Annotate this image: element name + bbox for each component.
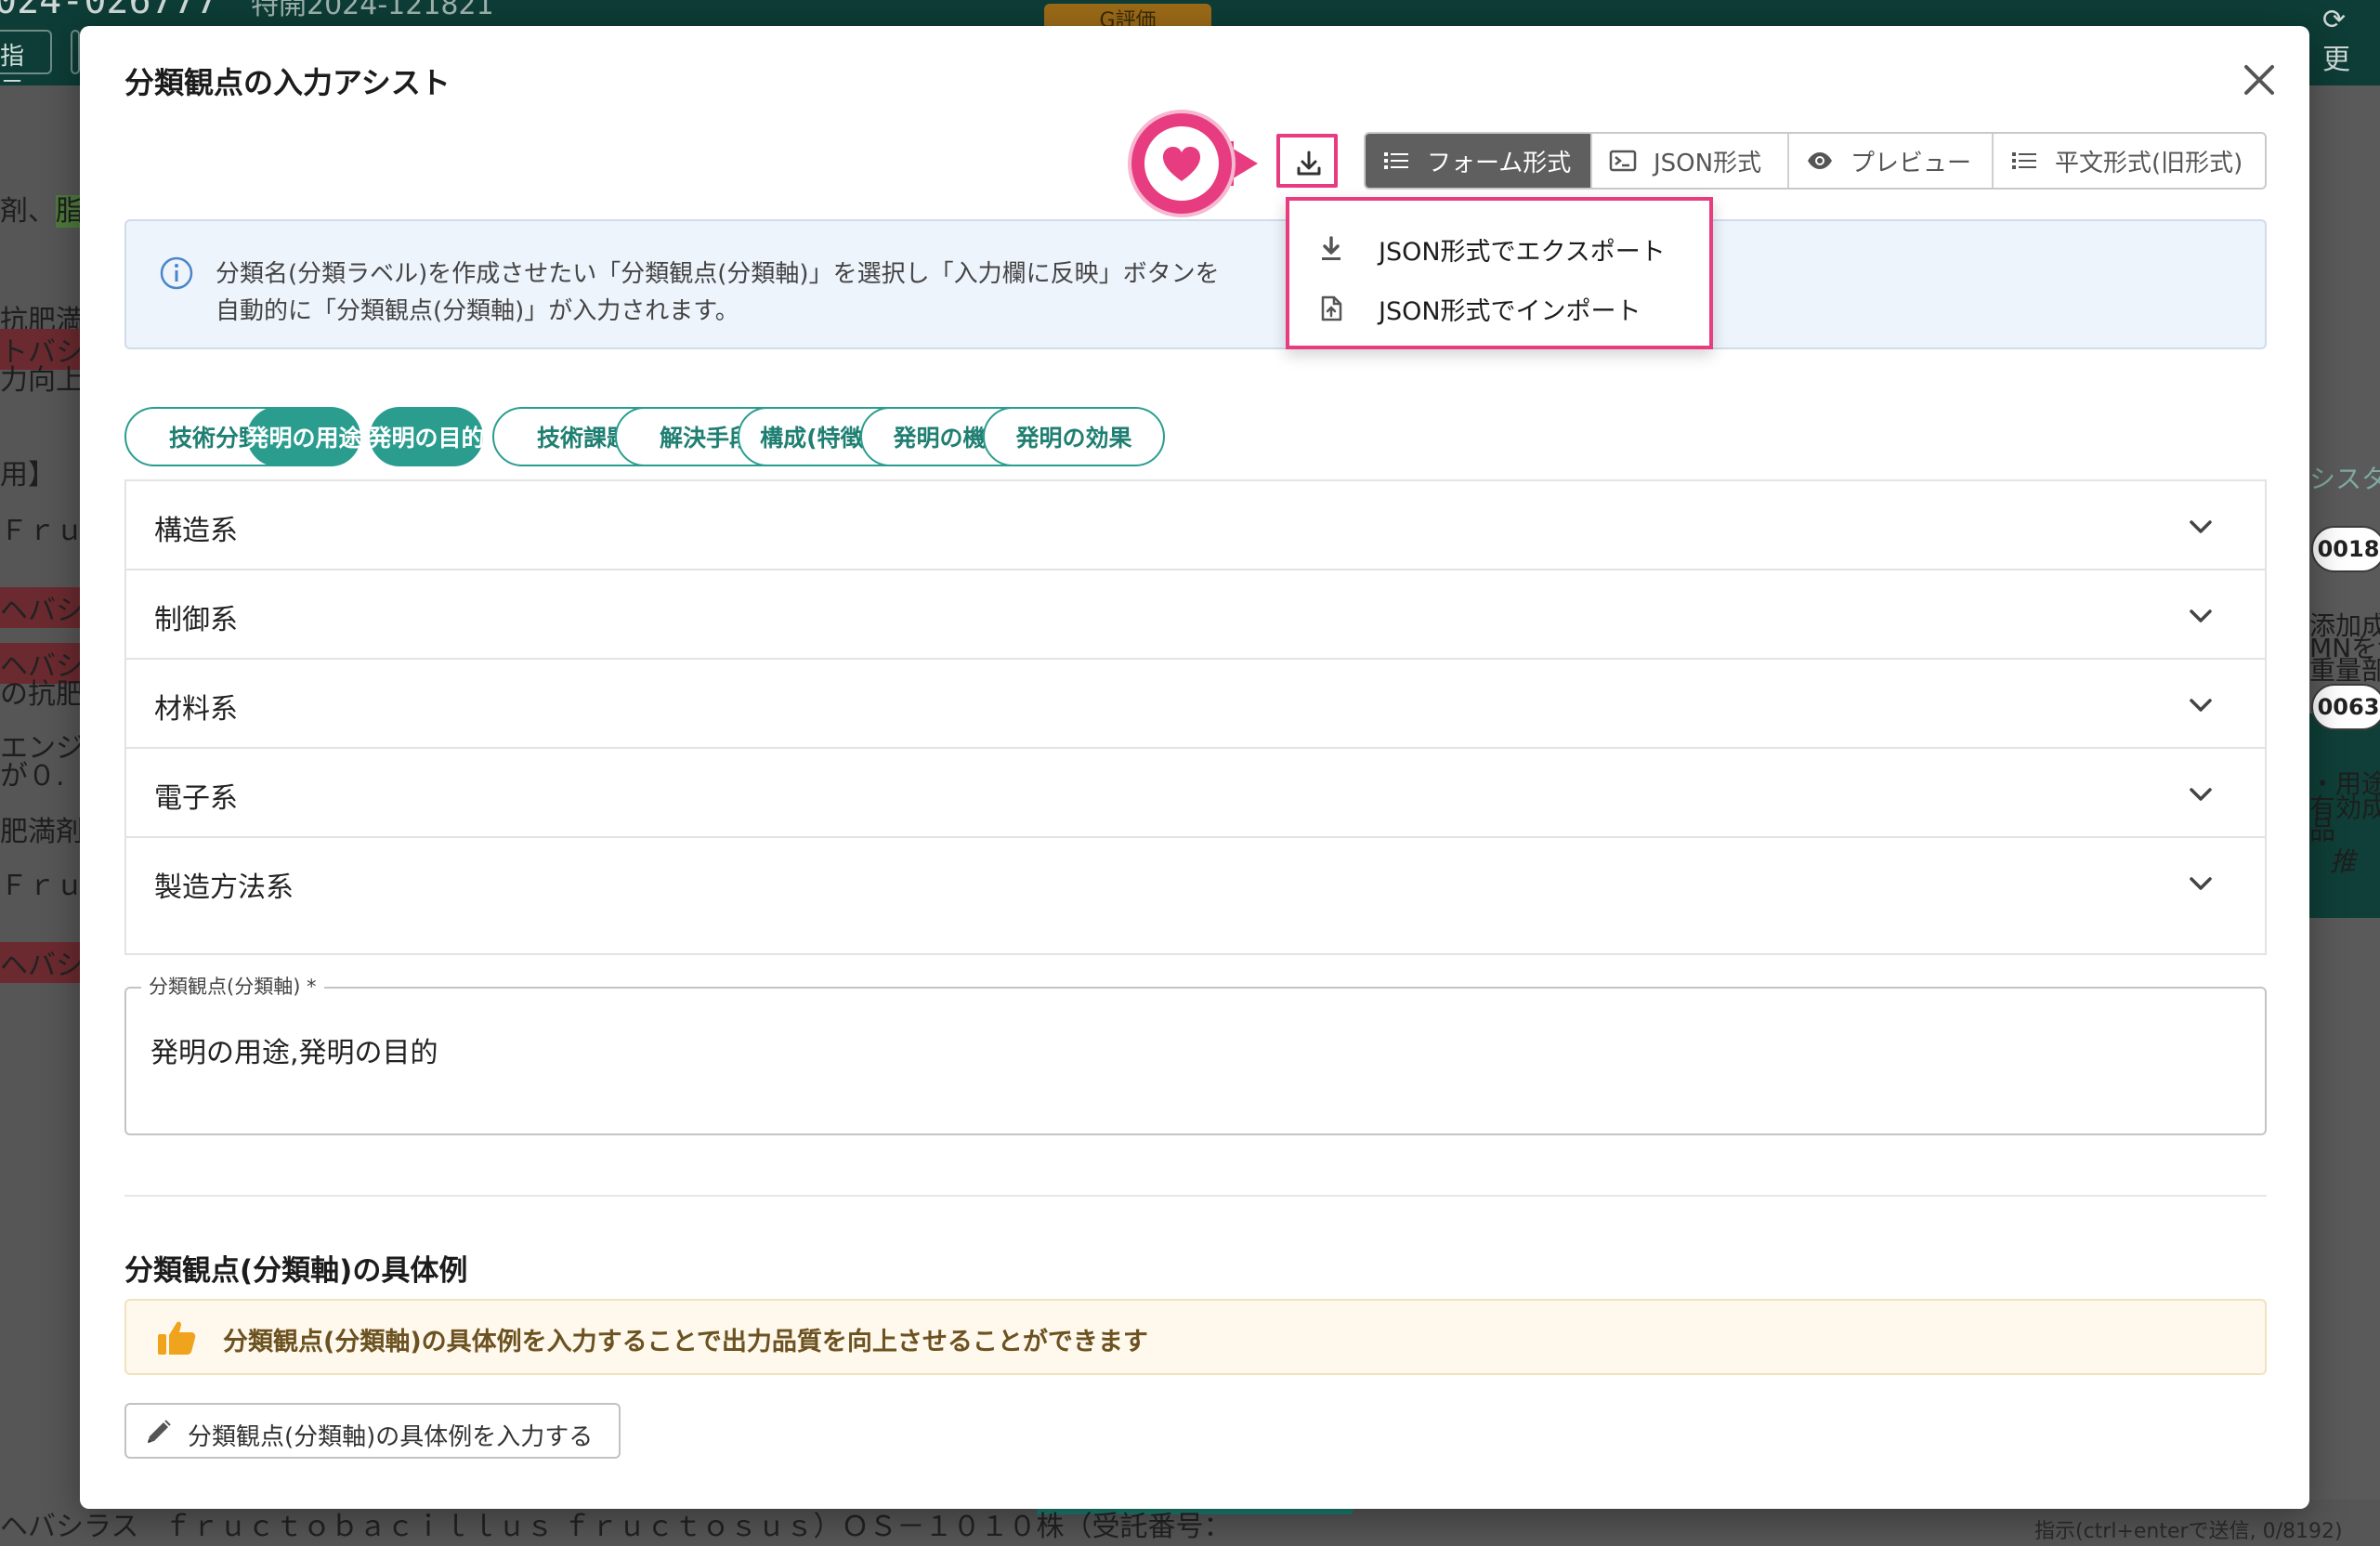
background-line: 重量部 <box>2309 655 2380 686</box>
download-menu-button[interactable] <box>1276 134 1338 188</box>
chevron-down-icon <box>2190 699 2212 712</box>
field-outline <box>124 987 2267 1135</box>
download-dropdown-menu: JSON形式でエクスポート JSON形式でインポート <box>1286 197 1713 349</box>
field-value[interactable]: 発明の用途,発明の目的 <box>150 1029 438 1070</box>
chevron-down-icon <box>2190 609 2212 622</box>
background-document-id: 024-026777 <box>0 0 218 22</box>
chevron-down-icon <box>2190 877 2212 890</box>
background-line: 剤、脂 <box>0 195 84 228</box>
info-banner: 分類名(分類ラベル)を作成させたい「分類観点(分類軸)」を選択し「入力欄に反映」… <box>124 219 2267 349</box>
background-refresh-label: 更 <box>2322 44 2350 76</box>
background-line: 力向上 <box>0 364 84 397</box>
accordion-item-structure[interactable]: 構造系 <box>126 481 2265 570</box>
accordion-item-manufacturing[interactable]: 製造方法系 <box>126 838 2265 927</box>
background-paragraph-chip: 0018 <box>2311 526 2380 572</box>
menu-item-label: JSON形式でインポート <box>1379 296 1641 326</box>
accordion-label: 電子系 <box>154 782 238 815</box>
background-left-text: 剤、脂 抗肥満 トバシ 力向上 用】 Ｆｒｕ ヘバシ ヘバシ の抗肥 エンジ が… <box>0 85 84 1546</box>
close-button[interactable] <box>2237 58 2282 102</box>
tab-plain-text-format[interactable]: 平文形式(旧形式) <box>1994 134 2265 188</box>
info-icon <box>160 256 193 290</box>
enter-examples-button[interactable]: 分類観点(分類軸)の具体例を入力する <box>124 1403 621 1459</box>
chip-invention-purpose[interactable]: 発明の目的 <box>369 407 485 466</box>
list-icon <box>2012 152 2036 169</box>
accordion-label: 構造系 <box>154 515 238 547</box>
tab-label: プレビュー <box>1850 149 1972 177</box>
accordion-label: 制御系 <box>154 604 238 636</box>
field-label: 分類観点(分類軸) * <box>141 972 324 1000</box>
background-line: が０. <box>0 760 65 793</box>
view-format-toggle: フォーム形式 JSON形式 プレビュー 平文形式(旧形式) <box>1364 132 2267 190</box>
heart-icon <box>1163 147 1200 181</box>
background-line: ｆｒｕｃｔｏｂａｃｉｌｌｕｓ ｆｒｕｃｔｏｓｕｓ）ＯＳ－１０１０株（受託番号： <box>163 1511 1232 1543</box>
tab-label: フォーム形式 <box>1427 149 1572 177</box>
tab-json-format[interactable]: JSON形式 <box>1592 134 1789 188</box>
accordion-label: 製造方法系 <box>154 871 294 904</box>
section-divider <box>124 1195 2267 1197</box>
background-refresh-icon: ⟳ 更 <box>2322 4 2350 76</box>
chevron-down-icon <box>2190 520 2212 533</box>
chip-invention-effect[interactable]: 発明の効果 <box>983 407 1165 466</box>
marker-inner <box>1144 126 1219 201</box>
menu-item-label: JSON形式でエクスポート <box>1379 237 1666 267</box>
chevron-down-icon <box>2190 788 2212 801</box>
thumbs-up-icon <box>158 1321 196 1355</box>
background-line: の抗肥 <box>0 678 84 711</box>
background-line: ヘバシラス <box>0 1511 139 1543</box>
accordion-label: 材料系 <box>154 693 238 726</box>
background-right-panel: シスタ 0018 添加成 MNを含 重量部 0063 ・用途 有効成 品 推 <box>2309 85 2380 1546</box>
list-icon <box>1384 152 1408 169</box>
background-line: Ｆｒｕ <box>0 870 84 902</box>
modal-title: 分類観点の入力アシスト <box>124 65 451 100</box>
download-icon <box>1297 151 1321 176</box>
tab-label: JSON形式 <box>1654 149 1762 177</box>
download-icon <box>1322 236 1340 260</box>
enter-examples-label: 分類観点(分類軸)の具体例を入力する <box>188 1423 594 1451</box>
pencil-icon <box>148 1420 171 1443</box>
background-secondary-button <box>71 30 80 74</box>
background-line: Ｆｒｕ <box>0 515 84 547</box>
background-line: ヘバシ <box>0 587 84 628</box>
menu-item-export-json[interactable]: JSON形式でエクスポート <box>1289 219 1709 279</box>
background-line: 用】 <box>0 459 56 491</box>
accordion-item-control[interactable]: 制御系 <box>126 570 2265 660</box>
input-assist-modal: 分類観点の入力アシスト フォーム形式 JSON形式 プレビュー 平文形式(旧形式… <box>80 26 2309 1509</box>
accordion-item-material[interactable]: 材料系 <box>126 660 2265 749</box>
category-accordion: 構造系 制御系 材料系 電子系 製造方法系 <box>124 479 2267 955</box>
accordion-item-electronic[interactable]: 電子系 <box>126 749 2265 838</box>
background-panel-title: シスタ <box>2309 464 2380 494</box>
examples-section-title: 分類観点(分類軸)の具体例 <box>124 1254 468 1288</box>
tab-form-format[interactable]: フォーム形式 <box>1366 134 1592 188</box>
background-paragraph-chip: 0063 <box>2311 684 2380 730</box>
eye-icon <box>1808 152 1832 169</box>
tab-label: 平文形式(旧形式) <box>2055 149 2243 177</box>
classification-axis-field[interactable]: 分類観点(分類軸) * 発明の用途,発明の目的 <box>124 972 2267 1137</box>
file-upload-icon <box>1321 295 1342 321</box>
background-instruction-button: 指示 <box>0 30 52 105</box>
background-input-hint: 指示(ctrl+enterで送信, 0/8192) <box>2034 1520 2343 1543</box>
background-line: 推 <box>2330 846 2357 877</box>
terminal-icon <box>1609 150 1637 172</box>
examples-tip-banner: 分類観点(分類軸)の具体例を入力することで出力品質を向上させることができます <box>124 1299 2267 1375</box>
info-text-line2: 自動的に「分類観点(分類軸)」が入力されます。 <box>216 297 739 325</box>
examples-tip-text: 分類観点(分類軸)の具体例を入力することで出力品質を向上させることができます <box>223 1328 1148 1356</box>
menu-item-import-json[interactable]: JSON形式でインポート <box>1289 279 1709 338</box>
tab-preview[interactable]: プレビュー <box>1789 134 1994 188</box>
background-publication-number: 特開2024-121821 <box>251 0 494 21</box>
background-line: 肥満剤 <box>0 816 84 848</box>
info-text-line1: 分類名(分類ラベル)を作成させたい「分類観点(分類軸)」を選択し「入力欄に反映」… <box>216 260 1220 288</box>
annotation-heart-marker <box>1131 113 1289 216</box>
close-icon <box>2244 65 2274 95</box>
chip-invention-use[interactable]: 発明の用途 <box>246 407 362 466</box>
background-line: ヘバシ <box>0 942 84 983</box>
